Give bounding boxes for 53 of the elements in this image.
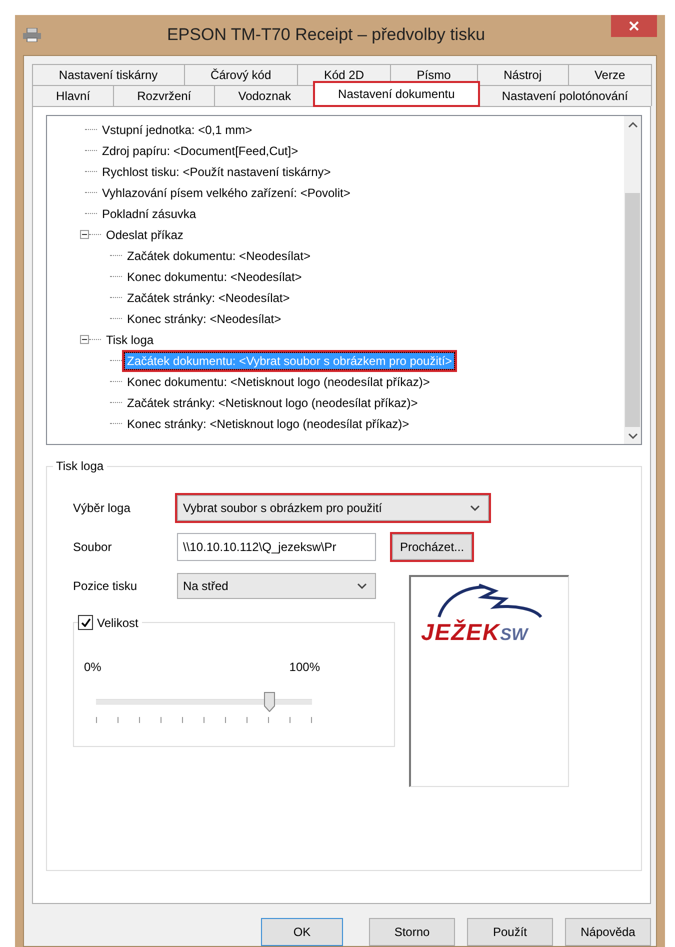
group-title: Tisk loga (55, 459, 105, 473)
tab[interactable]: Nastavení dokumentu (314, 82, 479, 106)
tree-item[interactable]: Rychlost tisku: <Použít nastavení tiskárny> (100, 164, 333, 180)
close-icon (629, 21, 639, 31)
tab[interactable]: Nastavení polotónování (478, 85, 652, 106)
logo-text: JEŽEK (421, 619, 500, 646)
path-field[interactable]: \\10.10.10.112\Q_jezeksw\Pr (177, 533, 376, 561)
tree-item[interactable]: Zdroj papíru: <Document[Feed,Cut]> (100, 142, 300, 158)
tree-item[interactable]: Konec stránky: <Netisknout logo (neodesílat příkaz)> (125, 416, 412, 432)
browse-button[interactable]: Procházet... (392, 534, 472, 560)
tree-item[interactable]: Začátek dokumentu: <Neodesílat> (125, 248, 312, 264)
close-button[interactable] (611, 15, 657, 37)
field-label: Pozice tisku (73, 579, 138, 593)
scrollbar[interactable] (624, 116, 641, 444)
tree-item[interactable]: Začátek stránky: <Netisknout logo (neodesílat příkaz)> (125, 394, 420, 410)
dropdown[interactable]: Na střed (177, 573, 376, 599)
checkbox-label: Velikost (97, 616, 138, 630)
dropdown-value: Vybrat soubor s obrázkem pro použití (183, 501, 382, 515)
printer-icon (23, 28, 41, 42)
tab[interactable]: Verze (568, 64, 652, 85)
field-label: Výběr loga (73, 501, 132, 515)
checkmark-icon (80, 618, 90, 627)
chevron-down-icon (628, 432, 638, 440)
tree-item[interactable]: Pokladní zásuvka (100, 206, 198, 222)
window-title: EPSON TM-T70 Receipt – předvolby tisku (166, 25, 486, 45)
tab[interactable]: Hlavní (32, 85, 114, 106)
dialog-button[interactable]: OK (261, 918, 343, 946)
checkbox[interactable] (78, 615, 93, 630)
dropdown-value: Na střed (183, 579, 228, 593)
tree-item[interactable]: Konec dokumentu: <Neodesílat> (125, 268, 304, 284)
collapse-icon[interactable] (80, 335, 89, 344)
collapse-icon[interactable] (80, 230, 89, 239)
logo-text: SW (500, 625, 528, 645)
dropdown[interactable]: Vybrat soubor s obrázkem pro použití (177, 495, 489, 521)
chevron-up-icon (628, 120, 638, 128)
tree-item[interactable]: Začátek stránky: <Neodesílat> (125, 290, 292, 306)
swoosh-icon (435, 583, 545, 619)
dialog-button[interactable]: Použít (467, 918, 553, 946)
chevron-down-icon (357, 582, 367, 590)
tree-item[interactable]: Vyhlazování písem velkého zařízení: <Povolit> (100, 184, 352, 200)
tree-item[interactable]: Tisk loga (104, 332, 156, 348)
slider-thumb[interactable] (264, 692, 275, 712)
tab[interactable]: Nastavení tiskárny (32, 64, 185, 85)
tree-item[interactable]: Konec stránky: <Neodesílat> (125, 310, 284, 326)
dialog-button[interactable]: Nápověda (565, 918, 651, 946)
dialog-button[interactable]: Storno (369, 918, 455, 946)
max-label: 100% (289, 660, 320, 674)
chevron-down-icon (470, 504, 480, 512)
tree-item[interactable]: Odeslat příkaz (104, 226, 186, 242)
min-label: 0% (84, 660, 102, 674)
field-label: Soubor (73, 540, 113, 554)
tree-item[interactable]: Konec dokumentu: <Netisknout logo (neodesílat příkaz)> (125, 374, 432, 390)
tree-item[interactable]: Vstupní jednotka: <0,1 mm> (100, 122, 254, 138)
